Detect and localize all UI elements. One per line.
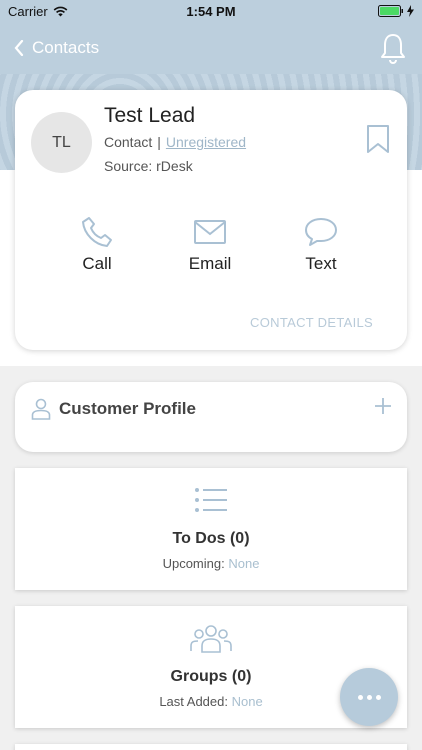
email-button[interactable]: Email bbox=[180, 214, 240, 274]
panel-icon-wrap bbox=[15, 486, 407, 514]
status-bar: Carrier 1:54 PM bbox=[0, 0, 422, 22]
carrier-label: Carrier bbox=[8, 3, 48, 19]
nav-bar: Contacts bbox=[0, 22, 422, 74]
contact-source: Source: rDesk bbox=[104, 158, 193, 174]
back-button[interactable]: Contacts bbox=[14, 38, 99, 58]
call-label: Call bbox=[82, 254, 112, 273]
contact-type: Contact bbox=[104, 134, 153, 150]
todos-title: To Dos (0) bbox=[172, 530, 250, 547]
group-icon bbox=[190, 625, 232, 653]
chat-bubble-icon bbox=[305, 218, 337, 246]
text-label: Text bbox=[305, 254, 337, 273]
back-label: Contacts bbox=[32, 38, 100, 57]
call-button[interactable]: Call bbox=[67, 214, 127, 274]
email-label: Email bbox=[188, 254, 232, 273]
status-left: Carrier bbox=[8, 4, 68, 19]
list-icon bbox=[195, 488, 227, 512]
envelope-icon bbox=[194, 220, 226, 244]
more-dot-icon bbox=[375, 694, 381, 700]
chevron-left-icon bbox=[14, 40, 24, 56]
avatar-initials: TL bbox=[52, 133, 71, 151]
contact-details-link[interactable]: CONTACT DETAILS bbox=[250, 315, 373, 330]
todos-panel[interactable]: To Dos (0) Upcoming: None bbox=[15, 468, 407, 590]
contact-subline: Contact | Unregistered bbox=[104, 134, 246, 150]
customer-profile-card[interactable]: Customer Profile bbox=[15, 382, 407, 452]
more-dot-icon bbox=[366, 694, 372, 700]
groups-sub-label: Last Added: bbox=[159, 694, 228, 709]
status-right bbox=[378, 5, 414, 17]
customer-profile-title: Customer Profile bbox=[59, 399, 196, 418]
contact-separator: | bbox=[157, 134, 161, 150]
bell-icon[interactable] bbox=[378, 32, 408, 64]
wifi-icon bbox=[53, 6, 68, 16]
avatar: TL bbox=[31, 112, 92, 173]
plus-icon[interactable] bbox=[374, 397, 392, 415]
groups-sub-value: None bbox=[231, 694, 263, 709]
contact-name: Test Lead bbox=[104, 104, 196, 127]
battery-icon bbox=[378, 5, 403, 17]
more-options-button[interactable] bbox=[340, 668, 398, 726]
more-dot-icon bbox=[357, 694, 363, 700]
registration-link[interactable]: Unregistered bbox=[166, 134, 246, 150]
bookmark-icon[interactable] bbox=[366, 124, 390, 154]
phone-icon bbox=[82, 217, 112, 247]
charging-bolt-icon bbox=[407, 5, 414, 17]
todos-subline: Upcoming: None bbox=[15, 556, 407, 571]
todos-sub-value: None bbox=[228, 556, 260, 571]
person-icon bbox=[31, 398, 51, 420]
text-button[interactable]: Text bbox=[291, 214, 351, 274]
panel-icon-wrap bbox=[15, 624, 407, 654]
next-panel-partial bbox=[15, 744, 407, 750]
todos-sub-label: Upcoming: bbox=[162, 556, 225, 571]
contact-card: TL Test Lead Contact | Unregistered Sour… bbox=[15, 90, 407, 350]
